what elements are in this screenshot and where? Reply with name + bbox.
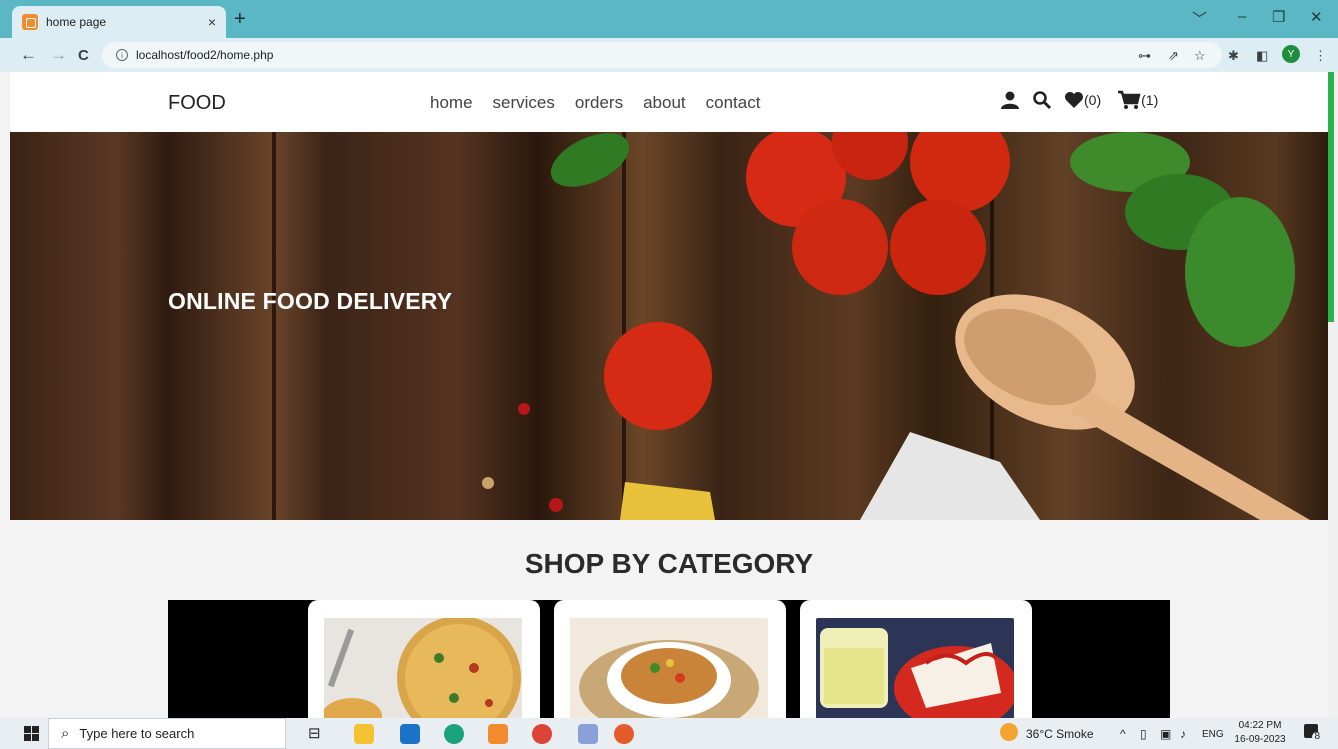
tab-search-icon[interactable]: ﹀ [1192, 8, 1207, 29]
menu-icon[interactable]: ⋮ [1314, 48, 1327, 64]
cart-link[interactable]: (1) [1117, 90, 1158, 110]
wishlist-link[interactable]: (0) [1064, 91, 1101, 109]
hero-banner: ONLINE FOOD DELIVERY [10, 132, 1328, 520]
xampp-favicon-icon [22, 14, 38, 30]
back-button[interactable]: ← [20, 45, 37, 65]
weather-icon [1000, 723, 1018, 741]
extensions-icon[interactable]: ✱ [1228, 48, 1239, 64]
bookmark-star-icon[interactable]: ☆ [1194, 48, 1206, 64]
browser-tab-strip: home page × + ﹀ – ❐ ✕ [0, 0, 1338, 38]
nav-home[interactable]: home [430, 93, 473, 113]
page-scrollbar-thumb[interactable] [1328, 72, 1334, 322]
tray-overflow-icon[interactable]: ^ [1120, 727, 1126, 741]
network-icon[interactable]: ▣ [1160, 727, 1171, 741]
windows-start-icon[interactable] [24, 726, 39, 741]
dessert-image [816, 618, 1014, 718]
hero-food-illustration [482, 132, 1310, 520]
windows-taskbar: ⌕ Type here to search ⊟ 36°C Smoke ^ ▯ ▣… [0, 718, 1338, 749]
browser-tab[interactable]: home page × [12, 6, 226, 38]
firefox-icon[interactable] [614, 724, 634, 744]
clock-time: 04:22 PM [1238, 720, 1282, 731]
wishlist-count: (0) [1084, 92, 1102, 108]
site-info-icon[interactable]: i [116, 49, 128, 61]
new-tab-button[interactable]: + [234, 8, 246, 31]
search-icon[interactable] [1032, 90, 1052, 110]
noodles-image [570, 618, 768, 718]
heart-icon [1065, 92, 1083, 108]
taskbar-search-input[interactable]: ⌕ Type here to search [48, 718, 286, 749]
page-content: FOOD home services orders about contact … [0, 72, 1338, 718]
pizza-image [324, 618, 522, 718]
tab-close-icon[interactable]: × [208, 14, 216, 30]
profile-avatar[interactable]: Y [1282, 45, 1300, 63]
notification-center-icon[interactable]: 8 [1304, 724, 1322, 742]
url-text: localhost/food2/home.php [136, 48, 274, 62]
cart-count: (1) [1141, 92, 1159, 108]
clock-date: 16-09-2023 [1234, 734, 1286, 745]
hero-title: ONLINE FOOD DELIVERY [168, 288, 453, 314]
taskbar-search-placeholder: Type here to search [79, 726, 195, 741]
cart-icon [1118, 90, 1141, 109]
volume-icon[interactable]: ♪ [1180, 727, 1186, 741]
nav-orders[interactable]: orders [575, 93, 623, 113]
task-view-icon[interactable]: ⊟ [308, 724, 328, 744]
minimize-button[interactable]: – [1238, 8, 1246, 25]
mail-icon[interactable] [400, 724, 420, 744]
category-card-pizza[interactable] [308, 600, 540, 718]
xampp-icon[interactable] [488, 724, 508, 744]
nav-about[interactable]: about [643, 93, 686, 113]
site-header: FOOD home services orders about contact … [10, 72, 1328, 132]
file-explorer-icon[interactable] [354, 724, 374, 744]
chrome-icon[interactable] [532, 724, 552, 744]
reload-button[interactable]: C [78, 47, 89, 64]
close-window-button[interactable]: ✕ [1310, 8, 1323, 26]
notification-count: 8 [1312, 731, 1322, 742]
tray-device-icon[interactable]: ▯ [1140, 727, 1147, 741]
clock[interactable]: 04:22 PM 16-09-2023 [1232, 719, 1288, 747]
language-indicator[interactable]: ENG [1202, 729, 1224, 740]
notepad-icon[interactable] [578, 724, 598, 744]
forward-button[interactable]: → [50, 45, 67, 65]
site-logo[interactable]: FOOD [168, 92, 226, 115]
category-section-title: SHOP BY CATEGORY [524, 548, 814, 579]
category-card-noodles[interactable] [554, 600, 786, 718]
edge-icon[interactable] [444, 724, 464, 744]
user-icon[interactable] [1000, 90, 1020, 110]
share-icon[interactable]: ⇗ [1168, 48, 1179, 64]
address-bar[interactable]: i localhost/food2/home.php [102, 42, 1222, 68]
category-card-desserts[interactable] [800, 600, 1032, 718]
key-icon[interactable]: ⊶ [1138, 48, 1151, 64]
search-icon: ⌕ [61, 725, 70, 742]
main-nav: home services orders about contact [430, 93, 760, 113]
tab-title: home page [46, 15, 107, 29]
weather-text[interactable]: 36°C Smoke [1026, 727, 1094, 741]
restore-button[interactable]: ❐ [1272, 8, 1285, 26]
browser-toolbar: ← → C i localhost/food2/home.php ⊶ ⇗ ☆ ✱… [0, 38, 1338, 72]
nav-services[interactable]: services [493, 93, 555, 113]
header-icons: (0) (1) [1000, 90, 1158, 110]
nav-contact[interactable]: contact [706, 93, 761, 113]
side-panel-icon[interactable]: ◧ [1256, 48, 1268, 64]
